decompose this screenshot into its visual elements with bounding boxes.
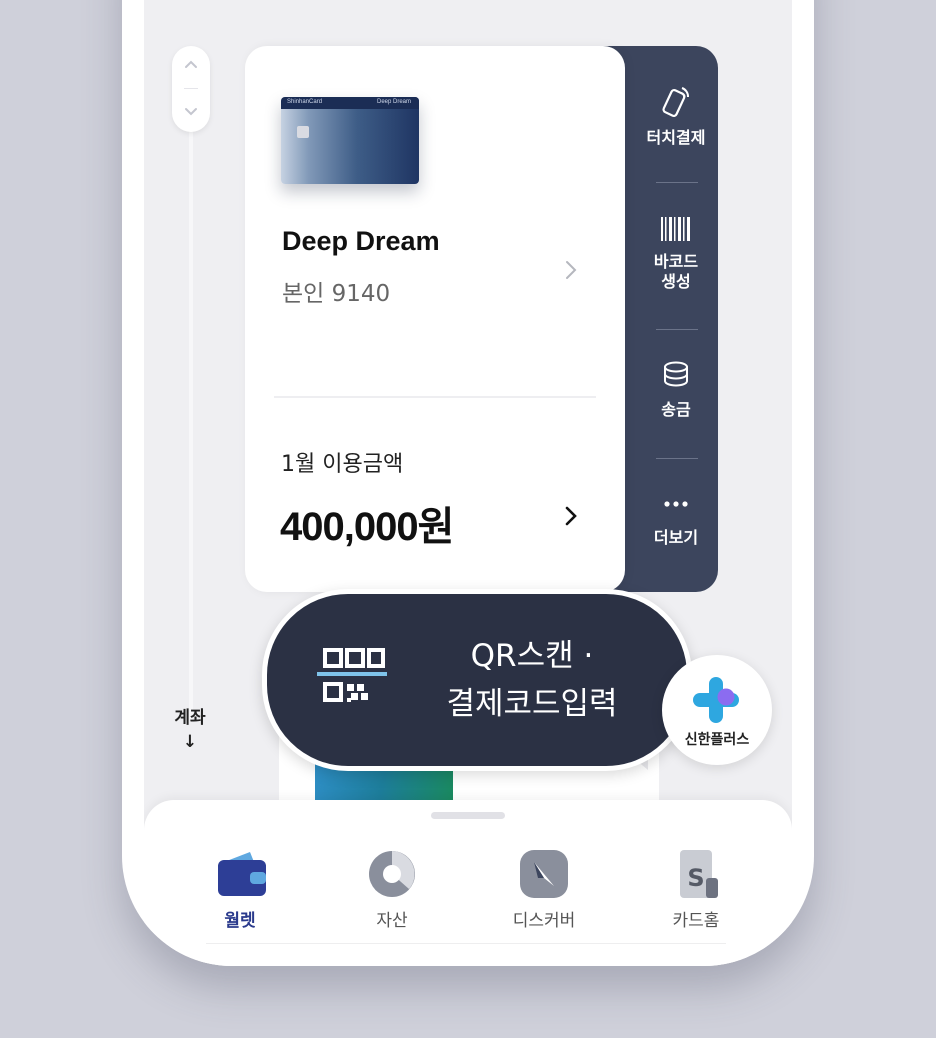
pie-chart-icon <box>369 851 415 897</box>
shinhan-plus-label: 신한플러스 <box>684 732 750 748</box>
compass-icon <box>520 850 568 898</box>
scroll-rail <box>189 70 193 720</box>
transfer-label: 송금 <box>661 400 691 419</box>
touch-pay-button[interactable]: 터치결제 <box>634 82 718 148</box>
account-label: 계좌 <box>174 708 206 728</box>
nav-discover-label: 디스커버 <box>512 911 576 931</box>
transfer-button[interactable]: 송금 <box>634 358 718 420</box>
shinhan-plus-button[interactable]: 신한플러스 <box>662 655 772 765</box>
qr-code-icon <box>317 648 387 702</box>
arrow-down-icon: ↓ <box>182 732 198 752</box>
account-section-link[interactable]: 계좌 ↓ <box>164 706 216 754</box>
wallet-screen: 계좌 ↓ 터치결제 바코드 생성 송금 더보기 ShinhanCard Deep… <box>144 0 792 966</box>
shinhan-plus-icon <box>693 677 739 723</box>
scroller-divider <box>184 88 198 89</box>
more-label: 더보기 <box>653 528 699 547</box>
chevron-up-icon[interactable] <box>182 56 200 74</box>
coins-icon <box>664 361 688 387</box>
action-divider <box>656 458 698 459</box>
nav-wallet-label: 월렛 <box>224 911 256 931</box>
usage-label: 1월 이용금액 <box>281 452 404 477</box>
qr-button-text: QR스캔 · 결제코드입력 <box>417 632 647 728</box>
action-divider <box>656 182 698 183</box>
phone-frame: 계좌 ↓ 터치결제 바코드 생성 송금 더보기 ShinhanCard Deep… <box>122 0 814 966</box>
card-scroller[interactable] <box>172 46 210 132</box>
card-image[interactable]: ShinhanCard Deep Dream <box>281 97 419 184</box>
qr-scan-button[interactable]: QR스캔 · 결제코드입력 <box>262 589 692 771</box>
nav-assets-label: 자산 <box>376 911 408 931</box>
card-name: Deep Dream <box>282 226 440 256</box>
card-product-text: Deep Dream <box>376 99 411 105</box>
touch-pay-icon <box>662 87 689 117</box>
card-divider <box>274 396 596 398</box>
sheet-handle[interactable] <box>431 812 505 819</box>
wallet-icon <box>218 852 266 896</box>
card-home-icon: S <box>680 850 718 898</box>
barcode-icon <box>661 217 690 241</box>
usage-amount: 400,000원 <box>280 505 454 549</box>
barcode-button[interactable]: 바코드 생성 <box>634 212 718 292</box>
more-dots-icon <box>664 501 688 507</box>
nav-assets[interactable]: 자산 <box>332 848 452 931</box>
card-brand-text: ShinhanCard <box>287 99 323 105</box>
qr-line-1: QR스캔 · <box>470 638 594 674</box>
card-chip <box>297 126 309 138</box>
action-divider <box>656 329 698 330</box>
bottom-navigation: 월렛 자산 디스커버 S 카드홈 <box>144 800 792 966</box>
nav-wallet[interactable]: 월렛 <box>180 848 300 931</box>
more-button[interactable]: 더보기 <box>634 486 718 548</box>
chevron-right-icon <box>565 506 577 526</box>
touch-pay-label: 터치결제 <box>646 128 706 147</box>
nav-card-home-label: 카드홈 <box>672 911 720 931</box>
credit-card-panel: ShinhanCard Deep Dream Deep Dream 본인 914… <box>245 46 625 592</box>
svg-text:S: S <box>687 864 704 892</box>
nav-discover[interactable]: 디스커버 <box>484 848 604 931</box>
chevron-down-icon[interactable] <box>182 102 200 120</box>
qr-line-2: 결제코드입력 <box>446 686 618 722</box>
card-owner: 본인 9140 <box>282 281 391 307</box>
barcode-label: 바코드 생성 <box>653 252 699 291</box>
nav-card-home[interactable]: S 카드홈 <box>636 848 756 931</box>
nav-divider <box>206 943 726 944</box>
chevron-right-icon <box>566 261 577 279</box>
